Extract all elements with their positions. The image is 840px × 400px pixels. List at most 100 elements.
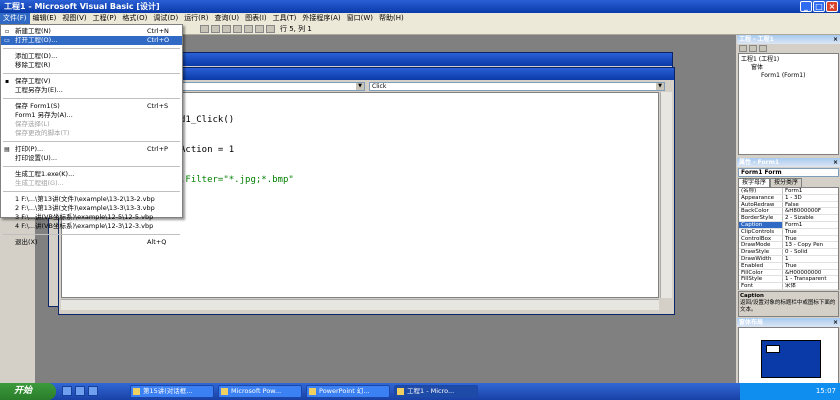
menu-item-save-scripts: 保存更改的脚本(T) (15, 129, 70, 137)
menu-diagram[interactable]: 图表(I) (242, 13, 270, 24)
close-button[interactable]: × (826, 1, 838, 12)
property-row[interactable]: BorderStyle 2 - Sizable (739, 215, 838, 222)
object-combo[interactable]: ▼ (169, 82, 365, 91)
maximize-button[interactable]: □ (813, 1, 825, 12)
cut-icon[interactable] (211, 25, 220, 33)
copy-icon[interactable] (222, 25, 231, 33)
menu-addins[interactable]: 外接程序(A) (299, 13, 343, 24)
procedure-combo[interactable]: Click ▼ (369, 82, 665, 91)
layout-panel-title: 窗体布局 × (737, 318, 840, 327)
menu-tools[interactable]: 工具(T) (270, 13, 300, 24)
media-icon[interactable] (88, 386, 98, 396)
property-row[interactable]: (名称) Form1 (739, 188, 838, 195)
view-code-icon[interactable] (739, 45, 747, 52)
menu-view[interactable]: 视图(V) (59, 13, 89, 24)
object-selector[interactable]: Form1 Form (738, 168, 839, 177)
menu-item-print-setup[interactable]: 打印设置(U)... (1, 154, 182, 163)
find-icon[interactable] (244, 25, 253, 33)
chevron-down-icon[interactable]: ▼ (656, 83, 664, 90)
redo-icon[interactable] (266, 25, 275, 33)
browser-icon[interactable] (75, 386, 85, 396)
property-row-selected[interactable]: Caption Form1 (739, 221, 838, 229)
menu-item-new-project[interactable]: ▫ 新建工程(N) Ctrl+N (1, 27, 182, 36)
right-dock: 工程 - 工程1 × 工程1 (工程1) 窗体 Form1 (Form1) 属性 … (737, 35, 840, 387)
close-icon[interactable]: × (833, 318, 838, 327)
task-button-2[interactable]: Microsoft Pow... (218, 385, 302, 398)
start-button[interactable]: 开始 (0, 383, 56, 400)
save-icon: ▪ (4, 78, 10, 85)
folder-open-icon: ▭ (4, 37, 10, 44)
menu-item-add-project[interactable]: 添加工程(D)... (1, 52, 182, 61)
toggle-folders-icon[interactable] (759, 45, 767, 52)
horizontal-scrollbar[interactable] (61, 299, 659, 310)
menu-format[interactable]: 格式(O) (119, 13, 150, 24)
menu-item-exit[interactable]: 退出(X) Alt+Q (1, 238, 182, 247)
description-title: Caption (740, 293, 764, 299)
menu-debug[interactable]: 调试(D) (150, 13, 181, 24)
menu-item-print[interactable]: ▤ 打印(P)... Ctrl+P (1, 145, 182, 154)
tree-item-project[interactable]: 工程1 (工程1) (741, 56, 836, 64)
property-row[interactable]: ControlBox True (739, 235, 838, 243)
desktop-icon[interactable] (62, 386, 72, 396)
menu-item-save-project-as[interactable]: 工程另存为(E)... (1, 86, 182, 95)
property-row[interactable]: DrawStyle 0 - Solid (739, 249, 838, 256)
save-icon[interactable] (200, 25, 209, 33)
undo-icon[interactable] (255, 25, 264, 33)
menu-item-recent-2[interactable]: 2 F:\...\第13讲(文件)\example\13-3\13-3.vbp (1, 204, 182, 213)
menu-item-make-exe[interactable]: 生成工程1.exe(K)... (1, 170, 182, 179)
menu-separator (3, 163, 180, 167)
property-row[interactable]: BackColor &H8000000F (739, 208, 838, 216)
menu-window[interactable]: 窗口(W) (344, 13, 376, 24)
window-title: 工程1 - Microsoft Visual Basic [设计] (4, 2, 160, 11)
close-icon[interactable]: × (833, 35, 838, 44)
new-project-icon: ▫ (4, 28, 10, 35)
menu-project[interactable]: 工程(P) (90, 13, 120, 24)
tree-item-form1[interactable]: Form1 (Form1) (741, 72, 836, 80)
close-icon[interactable]: × (833, 158, 838, 167)
menu-item-save-form-as[interactable]: Form1 另存为(A)... (1, 111, 182, 120)
property-row[interactable]: Enabled True (739, 262, 838, 270)
view-object-icon[interactable] (749, 45, 757, 52)
task-button-4[interactable]: 工程1 - Micro... (394, 385, 478, 398)
menu-run[interactable]: 运行(R) (181, 13, 211, 24)
menu-query[interactable]: 查询(U) (212, 13, 243, 24)
menu-item-recent-4[interactable]: 4 F:\...讲(VB坐标系)\example\12-3\12-3.vbp (1, 222, 182, 231)
code-line: .Filter="*.jpg;*.bmp" (180, 175, 294, 185)
task-button-3[interactable]: PowerPoint 幻... (306, 385, 390, 398)
menu-edit[interactable]: 编辑(E) (30, 13, 60, 24)
properties-panel-title: 属性 - Form1 × (737, 158, 840, 167)
property-row[interactable]: DrawWidth 1 (739, 255, 838, 263)
task-button-1[interactable]: 第15讲(对话框... (130, 385, 214, 398)
print-icon: ▤ (4, 146, 10, 153)
menu-help[interactable]: 帮助(H) (376, 13, 407, 24)
chevron-down-icon[interactable]: ▼ (356, 83, 364, 90)
tab-categorized[interactable]: 按分类序 (770, 178, 803, 187)
form-position-preview[interactable] (766, 345, 780, 353)
property-row[interactable]: ClipControls True (739, 228, 838, 236)
property-row[interactable]: FillColor &H00000000 (739, 269, 838, 277)
menu-file[interactable]: 文件(F) (0, 13, 30, 24)
monitor-preview (761, 340, 821, 378)
minimize-button[interactable]: _ (800, 1, 812, 12)
code-text: d1_Click() Action = 1 .Filter="*.jpg;*.b… (180, 95, 294, 205)
vertical-scrollbar[interactable] (660, 92, 672, 298)
cursor-position: 行 5, 列 1 (280, 25, 312, 33)
menu-item-save-project[interactable]: ▪ 保存工程(V) (1, 77, 182, 86)
property-row[interactable]: Appearance 1 - 3D (739, 194, 838, 202)
menu-item-save-form[interactable]: 保存 Form1(S) Ctrl+S (1, 102, 182, 111)
menu-separator (3, 45, 180, 49)
code-line: Action = 1 (180, 145, 235, 155)
property-row[interactable]: DrawMode 13 - Copy Pen (739, 242, 838, 250)
property-row[interactable]: Font 宋体 (739, 283, 838, 290)
menu-item-remove-project[interactable]: 移除工程(R) (1, 61, 182, 70)
menu-item-recent-1[interactable]: 1 F:\...\第13讲(文件)\example\13-2\13-2.vbp (1, 195, 182, 204)
property-row[interactable]: FillStyle 1 - Transparent (739, 276, 838, 284)
property-row[interactable]: AutoRedraw False (739, 201, 838, 209)
tab-alphabetic[interactable]: 按字母序 (738, 178, 771, 187)
paste-icon[interactable] (233, 25, 242, 33)
menu-item-save-selection: 保存选择(L) (15, 120, 50, 128)
menu-item-recent-3[interactable]: 3 F:\...讲(VB坐标系)\example\12-5\12-5.vbp (1, 213, 182, 222)
menu-item-open-project[interactable]: ▭ 打开工程(O)... Ctrl+O (1, 36, 182, 45)
menu-bar: 文件(F) 编辑(E) 视图(V) 工程(P) 格式(O) 调试(D) 运行(R… (0, 13, 840, 24)
tree-item-forms-folder[interactable]: 窗体 (741, 64, 836, 72)
